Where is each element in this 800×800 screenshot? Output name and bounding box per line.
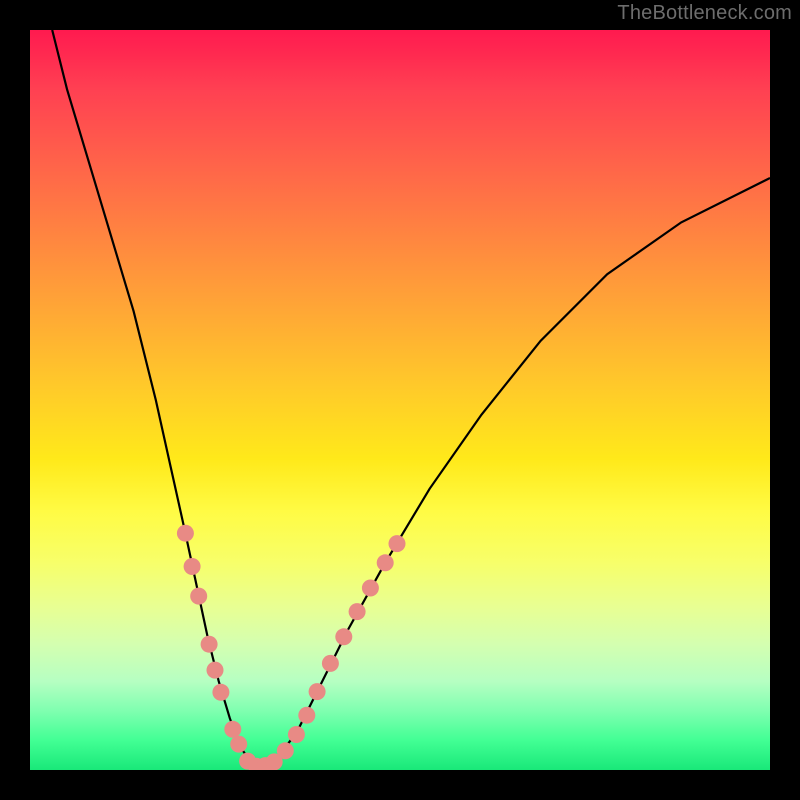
curve-marker — [224, 721, 241, 738]
watermark-text: TheBottleneck.com — [617, 2, 792, 25]
curve-marker — [207, 662, 224, 679]
chart-svg — [30, 30, 770, 770]
curve-marker — [190, 588, 207, 605]
curve-marker — [377, 554, 394, 571]
curve-marker — [322, 655, 339, 672]
curve-marker — [309, 683, 326, 700]
curve-marker — [389, 535, 406, 552]
curve-markers — [177, 525, 406, 770]
curve-marker — [288, 726, 305, 743]
curve-marker — [184, 558, 201, 575]
curve-marker — [177, 525, 194, 542]
curve-marker — [349, 603, 366, 620]
curve-marker — [201, 636, 218, 653]
curve-marker — [277, 742, 294, 759]
curve-marker — [298, 707, 315, 724]
curve-marker — [212, 684, 229, 701]
curve-marker — [335, 628, 352, 645]
chart-plot-area — [30, 30, 770, 770]
curve-marker — [362, 580, 379, 597]
curve-marker — [230, 736, 247, 753]
bottleneck-curve — [52, 30, 770, 768]
